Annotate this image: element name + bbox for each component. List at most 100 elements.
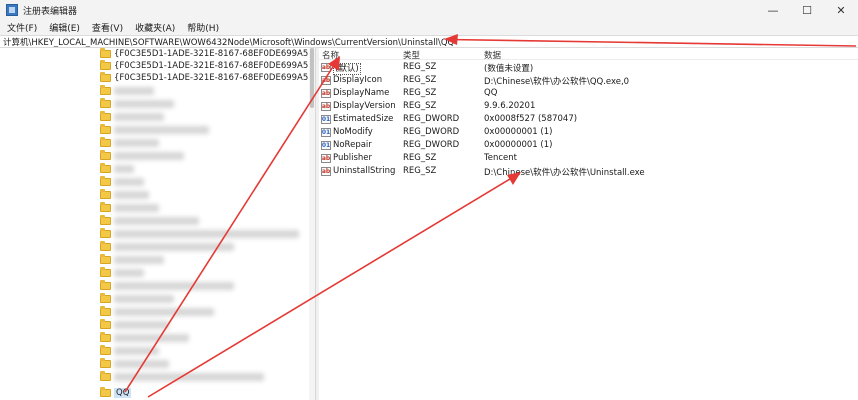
menu-favorites[interactable]: 收藏夹(A) [130,21,180,34]
value-name: EstimatedSize [333,114,394,124]
maximize-button[interactable]: ☐ [790,0,824,20]
value-row[interactable]: 01 NoRepair REG_DWORD 0x00000001 (1) [319,139,858,152]
tree-item-redacted[interactable] [100,371,264,383]
window-controls: — ☐ ✕ [756,0,858,20]
folder-icon [100,358,111,368]
values-pane[interactable]: 名称 类型 数据 ab (默认) REG_SZ (数值未设置) ab Displ… [319,48,858,400]
folder-icon [100,60,111,70]
tree-item-redacted[interactable] [100,189,149,201]
tree-item[interactable]: {F0C3E5D1-1ADE-321E-8167-68EF0DE699A5}.K [100,48,315,60]
redacted-label [114,308,214,316]
value-data: 0x00000001 (1) [484,127,553,137]
tree-item-redacted[interactable] [100,137,159,149]
value-type: REG_SZ [403,88,437,98]
folder-icon [100,189,111,199]
dword-value-icon: 01 [321,128,331,137]
dword-value-icon: 01 [321,115,331,124]
folder-icon [100,111,111,121]
tree-scrollbar[interactable] [309,48,315,400]
close-button[interactable]: ✕ [824,0,858,20]
tree-item-redacted[interactable] [100,163,134,175]
tree-item-redacted[interactable] [100,306,214,318]
redacted-label [114,139,159,147]
string-value-icon: ab [321,154,331,163]
value-row[interactable]: ab DisplayVersion REG_SZ 9.9.6.20201 [319,100,858,113]
value-row[interactable]: ab DisplayName REG_SZ QQ [319,87,858,100]
value-name: DisplayVersion [333,101,396,111]
redacted-label [114,321,169,329]
tree-item-redacted[interactable] [100,241,234,253]
tree-item-label: {F0C3E5D1-1ADE-321E-8167-68EF0DE699A5}.K [114,73,316,83]
title-bar: 注册表编辑器 — ☐ ✕ [0,0,858,20]
redacted-label [114,256,164,264]
menu-view[interactable]: 查看(V) [87,21,128,34]
key-tree-pane[interactable]: {F0C3E5D1-1ADE-321E-8167-68EF0DE699A5}.K… [0,48,316,400]
menu-help[interactable]: 帮助(H) [182,21,224,34]
value-row[interactable]: 01 NoModify REG_DWORD 0x00000001 (1) [319,126,858,139]
value-row[interactable]: ab UninstallString REG_SZ D:\Chinese\软件\… [319,165,858,178]
tree-item-redacted[interactable] [100,85,154,97]
tree-item-redacted[interactable] [100,150,184,162]
tree-item-redacted[interactable] [100,293,174,305]
tree-item-redacted[interactable] [100,280,234,292]
value-row[interactable]: ab (默认) REG_SZ (数值未设置) [319,61,858,75]
tree-item-qq[interactable]: QQ [100,387,132,399]
tree-item-redacted[interactable] [100,215,199,227]
folder-icon [100,202,111,212]
value-row[interactable]: ab DisplayIcon REG_SZ D:\Chinese\软件\办公软件… [319,74,858,87]
menu-edit[interactable]: 编辑(E) [44,21,85,34]
string-value-icon: ab [321,63,331,72]
value-name: DisplayName [333,88,390,98]
folder-icon [100,241,111,251]
tree-scrollbar-thumb[interactable] [310,48,314,108]
folder-icon [100,306,111,316]
folder-icon [100,254,111,264]
redacted-label [114,360,169,368]
value-row[interactable]: 01 EstimatedSize REG_DWORD 0x0008f527 (5… [319,113,858,126]
column-name-header[interactable]: 名称 [322,49,339,61]
redacted-label [114,217,199,225]
minimize-button[interactable]: — [756,0,790,20]
tree-item-redacted[interactable] [100,319,169,331]
tree-item-label: QQ [114,388,132,398]
tree-item-redacted[interactable] [100,267,144,279]
value-name: NoModify [333,127,373,137]
folder-icon [100,85,111,95]
column-type-header[interactable]: 类型 [403,49,420,61]
tree-item[interactable]: {F0C3E5D1-1ADE-321E-8167-68EF0DE699A5}.K [100,72,316,84]
value-data: D:\Chinese\软件\办公软件\Uninstall.exe [484,168,645,178]
value-name: Publisher [333,153,373,163]
redacted-label [114,243,234,251]
redacted-label [114,269,144,277]
tree-item-redacted[interactable] [100,254,164,266]
tree-item-redacted[interactable] [100,202,159,214]
string-value-icon: ab [321,167,331,176]
dword-value-icon: 01 [321,141,331,150]
redacted-label [114,152,184,160]
redacted-label [114,126,209,134]
tree-item-redacted[interactable] [100,176,144,188]
tree-item-redacted[interactable] [100,332,189,344]
redacted-label [114,191,149,199]
value-type: REG_SZ [403,62,437,72]
window-title: 注册表编辑器 [23,6,78,17]
folder-icon [100,163,111,173]
tree-item-redacted[interactable] [100,98,174,110]
tree-item-redacted[interactable] [100,358,169,370]
string-value-icon: ab [321,89,331,98]
tree-item[interactable]: {F0C3E5D1-1ADE-321E-8167-68EF0DE699A5}.K [100,60,315,72]
value-data: (数值未设置) [484,64,534,74]
tree-item-redacted[interactable] [100,345,159,357]
value-type: REG_SZ [403,153,437,163]
value-row[interactable]: ab Publisher REG_SZ Tencent [319,152,858,165]
tree-item-redacted[interactable] [100,124,209,136]
value-data: 9.9.6.20201 [484,101,536,111]
menu-file[interactable]: 文件(F) [2,21,42,34]
redacted-label [114,334,189,342]
address-bar[interactable]: 计算机\HKEY_LOCAL_MACHINE\SOFTWARE\WOW6432N… [0,35,858,48]
redacted-label [114,100,174,108]
string-value-icon: ab [321,76,331,85]
column-data-header[interactable]: 数据 [484,49,501,61]
tree-item-redacted[interactable] [100,228,299,240]
tree-item-redacted[interactable] [100,111,164,123]
